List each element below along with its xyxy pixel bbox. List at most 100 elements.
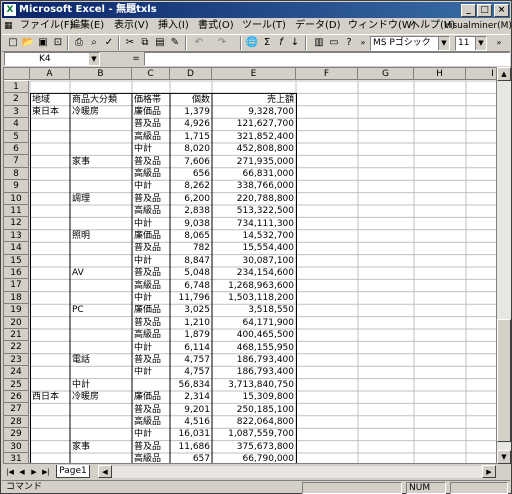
table-cell[interactable] [30,416,70,428]
table-cell[interactable]: 中計 [132,342,170,354]
table-cell[interactable]: 121,627,700 [212,118,296,130]
table-cell[interactable]: 家事 [70,441,132,453]
menu-window[interactable]: ウィンドウ(W) [348,19,416,33]
table-cell[interactable]: 9,038 [170,218,212,230]
table-cell[interactable]: 234,154,600 [212,267,296,279]
minimize-button[interactable]: _ [461,4,476,17]
table-cell[interactable]: 普及品 [132,267,170,279]
table-cell[interactable] [30,230,70,242]
table-cell[interactable] [70,453,132,463]
table-cell[interactable]: 782 [170,242,212,254]
table-cell[interactable] [70,317,132,329]
save-icon[interactable]: ▣ [36,36,50,50]
table-cell[interactable]: 6,114 [170,342,212,354]
table-cell[interactable]: 地域 [30,94,70,106]
table-cell[interactable]: 中計 [132,292,170,304]
column-header-b[interactable]: B [70,68,132,80]
copy-icon[interactable]: ⧉ [138,36,152,50]
table-cell[interactable] [30,255,70,267]
table-cell[interactable]: 中計 [132,180,170,192]
table-cell[interactable]: 廉価品 [132,304,170,316]
table-cell[interactable]: 8,065 [170,230,212,242]
table-cell[interactable] [70,180,132,192]
zoom-icon[interactable]: ▭ [327,36,341,50]
table-cell[interactable]: 8,847 [170,255,212,267]
format-painter-icon[interactable]: ✎ [168,36,182,50]
table-cell[interactable]: 5,048 [170,267,212,279]
row-header[interactable]: 8 [4,167,29,181]
vertical-scrollbar[interactable]: ▲ ▼ [497,67,511,464]
row-header[interactable]: 24 [4,366,29,379]
table-cell[interactable] [70,366,132,378]
row-header[interactable]: 30 [4,440,29,453]
row-header[interactable]: 28 [4,415,29,429]
menu-format[interactable]: 書式(O) [198,19,234,33]
table-cell[interactable]: 452,808,800 [212,143,296,155]
row-header[interactable]: 31 [4,453,29,463]
column-header-i[interactable]: I [466,68,496,80]
table-cell[interactable] [70,428,132,440]
table-cell[interactable]: 321,852,400 [212,131,296,143]
table-cell[interactable]: 高級品 [132,168,170,180]
table-cell[interactable] [30,379,70,391]
autosum-icon[interactable]: Σ [260,36,274,50]
scroll-left-icon[interactable]: ◀ [98,465,112,478]
last-sheet-icon[interactable]: ▶| [40,466,52,478]
row-header[interactable]: 15 [4,254,29,267]
table-cell[interactable]: 普及品 [132,404,170,416]
select-all-corner[interactable] [4,68,30,80]
table-cell[interactable]: 250,185,100 [212,404,296,416]
row-header[interactable]: 1 [4,81,29,94]
title-bar[interactable]: X Microsoft Excel - 無題txls _ □ × [2,2,510,18]
table-cell[interactable]: 高級品 [132,280,170,292]
table-cell[interactable] [30,205,70,217]
row-header[interactable]: 20 [4,316,29,329]
next-sheet-icon[interactable]: ▶ [28,466,40,478]
table-cell[interactable] [30,441,70,453]
table-cell[interactable]: 30,087,100 [212,255,296,267]
row-header[interactable]: 25 [4,378,29,391]
table-cell[interactable]: 中計 [132,255,170,267]
row-header[interactable]: 6 [4,143,29,156]
permission-icon[interactable]: ⊡ [51,36,65,50]
font-size-select[interactable]: 11 ▼ [455,36,487,51]
row-header[interactable]: 12 [4,217,29,230]
open-icon[interactable]: 📂 [21,36,35,50]
table-cell[interactable] [30,329,70,341]
table-cell[interactable]: 468,155,950 [212,342,296,354]
menu-visualminer[interactable]: Visualminer(M) [444,19,512,33]
table-cell[interactable]: 普及品 [132,156,170,168]
menu-insert[interactable]: 挿入(I) [158,19,189,33]
table-cell[interactable]: 東日本 [30,106,70,118]
table-cell[interactable]: 11,686 [170,441,212,453]
table-cell[interactable]: 西日本 [30,391,70,403]
print-preview-icon[interactable]: ⌕ [87,36,101,50]
table-cell[interactable]: 7,606 [170,156,212,168]
table-cell[interactable] [30,118,70,130]
close-button[interactable]: × [494,4,509,17]
column-header-g[interactable]: G [358,68,414,80]
table-cell[interactable]: 14,532,700 [212,230,296,242]
table-cell[interactable] [30,317,70,329]
table-cell[interactable]: 照明 [70,230,132,242]
table-cell[interactable] [70,342,132,354]
table-cell[interactable]: 657 [170,453,212,463]
redo-icon[interactable]: ↷ [215,36,229,50]
table-cell[interactable]: 高級品 [132,131,170,143]
table-cell[interactable]: 高級品 [132,205,170,217]
table-cell[interactable]: 1,879 [170,329,212,341]
row-header[interactable]: 9 [4,180,29,193]
table-cell[interactable] [70,242,132,254]
row-header[interactable]: 26 [4,391,29,404]
function-icon[interactable]: f [274,36,288,50]
new-icon[interactable]: □ [6,36,20,50]
table-cell[interactable]: 調理 [70,193,132,205]
table-cell[interactable] [70,280,132,292]
table-cell[interactable]: 56,834 [170,379,212,391]
table-cell[interactable] [30,366,70,378]
table-cell[interactable]: 価格帯 [132,94,170,106]
table-cell[interactable]: 3,713,840,750 [212,379,296,391]
table-cell[interactable]: 普及品 [132,242,170,254]
row-header[interactable]: 17 [4,279,29,292]
table-cell[interactable]: 個数 [170,94,212,106]
